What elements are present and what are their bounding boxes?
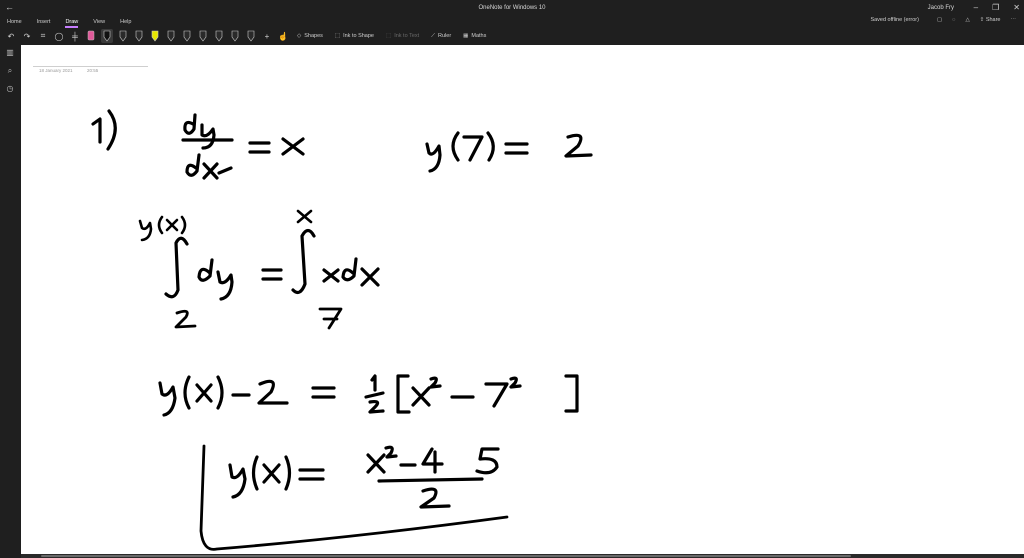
ink-integrated-equation [158, 374, 579, 417]
maths-label: Maths [471, 33, 487, 39]
ink-lower-limits [174, 307, 343, 330]
ink-upper-limits [138, 209, 313, 242]
add-pen-icon[interactable]: + [261, 29, 273, 43]
recent-icon[interactable]: ◷ [5, 84, 15, 94]
tab-view[interactable]: View [93, 19, 105, 25]
more-options-icon[interactable]: ⋯ [1011, 17, 1017, 23]
left-rail: ▥ ⌕ ◷ [0, 45, 20, 558]
draw-toolbar: ↶ ↷ ⌗ ◯ ╪ + ☝ ◇ Shapes ⬚ Ink to Shape ⬚ … [0, 27, 1024, 45]
ribbon-tabs: Home Insert Draw View Help Saved offline… [0, 16, 1024, 28]
note-page[interactable]: 18 January 2021 20:55 [21, 45, 1024, 558]
shapes-label: Shapes [304, 33, 323, 39]
pen-7[interactable] [213, 29, 225, 43]
ruler-icon: ⟋ [431, 32, 436, 39]
handwritten-ink [91, 109, 593, 551]
ink-to-text-button[interactable]: ⬚ Ink to Text [382, 29, 423, 43]
ink-to-shape-button[interactable]: ⬚ Ink to Shape [331, 29, 378, 43]
touch-draw-icon[interactable]: ☝ [277, 29, 289, 43]
select-icon[interactable]: ⌗ [37, 29, 49, 43]
ribbon-right-controls: Saved offline (error) ▢ ◌ △ ⇪ Share ⋯ [870, 17, 1016, 23]
bell-icon[interactable]: △ [965, 17, 969, 23]
notifications-icon[interactable]: ▢ [937, 17, 942, 23]
shapes-button[interactable]: ◇ Shapes [293, 29, 327, 43]
ruler-label: Ruler [438, 33, 452, 39]
minimize-icon[interactable]: – [974, 3, 978, 12]
ink-to-shape-label: Ink to Shape [343, 33, 374, 39]
close-icon[interactable]: ✕ [1013, 3, 1020, 12]
tab-draw[interactable]: Draw [65, 19, 78, 28]
title-bar: ← OneNote for Windows 10 Jacob Fry – ❐ ✕ [0, 0, 1024, 16]
window-controls: – ❐ ✕ [974, 3, 1020, 12]
ruler-button[interactable]: ⟋ Ruler [427, 29, 455, 43]
share-label: Share [985, 17, 1001, 23]
add-space-icon[interactable]: ╪ [69, 29, 81, 43]
ink-initial-condition [425, 131, 593, 173]
pen-3[interactable] [133, 29, 145, 43]
ink-integral-equation [164, 228, 380, 301]
horizontal-scrollbar[interactable] [21, 554, 1024, 558]
highlighter-yellow[interactable] [149, 29, 161, 43]
window-title: OneNote for Windows 10 [478, 5, 546, 11]
ink-to-text-icon: ⬚ [385, 33, 392, 39]
sync-status[interactable]: Saved offline (error) [870, 17, 919, 23]
pen-2[interactable] [117, 29, 129, 43]
maths-button[interactable]: ▦ Maths [459, 29, 490, 43]
redo-icon[interactable]: ↷ [21, 29, 33, 43]
ink-equation-dydx [181, 113, 305, 180]
lightbulb-icon[interactable]: ◌ [952, 17, 955, 23]
scrollbar-thumb[interactable] [41, 555, 851, 557]
user-name[interactable]: Jacob Fry [928, 5, 954, 11]
pen-6[interactable] [197, 29, 209, 43]
ink-final-answer [228, 445, 500, 509]
tab-insert[interactable]: Insert [37, 19, 51, 25]
shapes-icon: ◇ [297, 33, 302, 39]
pen-5[interactable] [181, 29, 193, 43]
tab-home[interactable]: Home [7, 19, 22, 25]
lasso-icon[interactable]: ◯ [53, 29, 65, 43]
tab-help[interactable]: Help [120, 19, 131, 25]
maximize-icon[interactable]: ❐ [992, 3, 999, 12]
ink-problem-number [91, 109, 117, 151]
notebooks-icon[interactable]: ▥ [5, 48, 15, 58]
undo-icon[interactable]: ↶ [5, 29, 17, 43]
pen-4[interactable] [165, 29, 177, 43]
search-icon[interactable]: ⌕ [5, 66, 15, 76]
pen-8[interactable] [229, 29, 241, 43]
pen-9[interactable] [245, 29, 257, 43]
ink-answer-box [199, 444, 509, 551]
maths-icon: ▦ [463, 33, 469, 39]
ink-to-text-label: Ink to Text [394, 33, 420, 39]
onenote-window: ← OneNote for Windows 10 Jacob Fry – ❐ ✕… [0, 0, 1024, 558]
share-button[interactable]: ⇪ Share [980, 17, 1001, 23]
pen-1[interactable] [101, 29, 113, 43]
ink-to-shape-icon: ⬚ [334, 33, 341, 39]
eraser-icon[interactable] [85, 29, 97, 43]
